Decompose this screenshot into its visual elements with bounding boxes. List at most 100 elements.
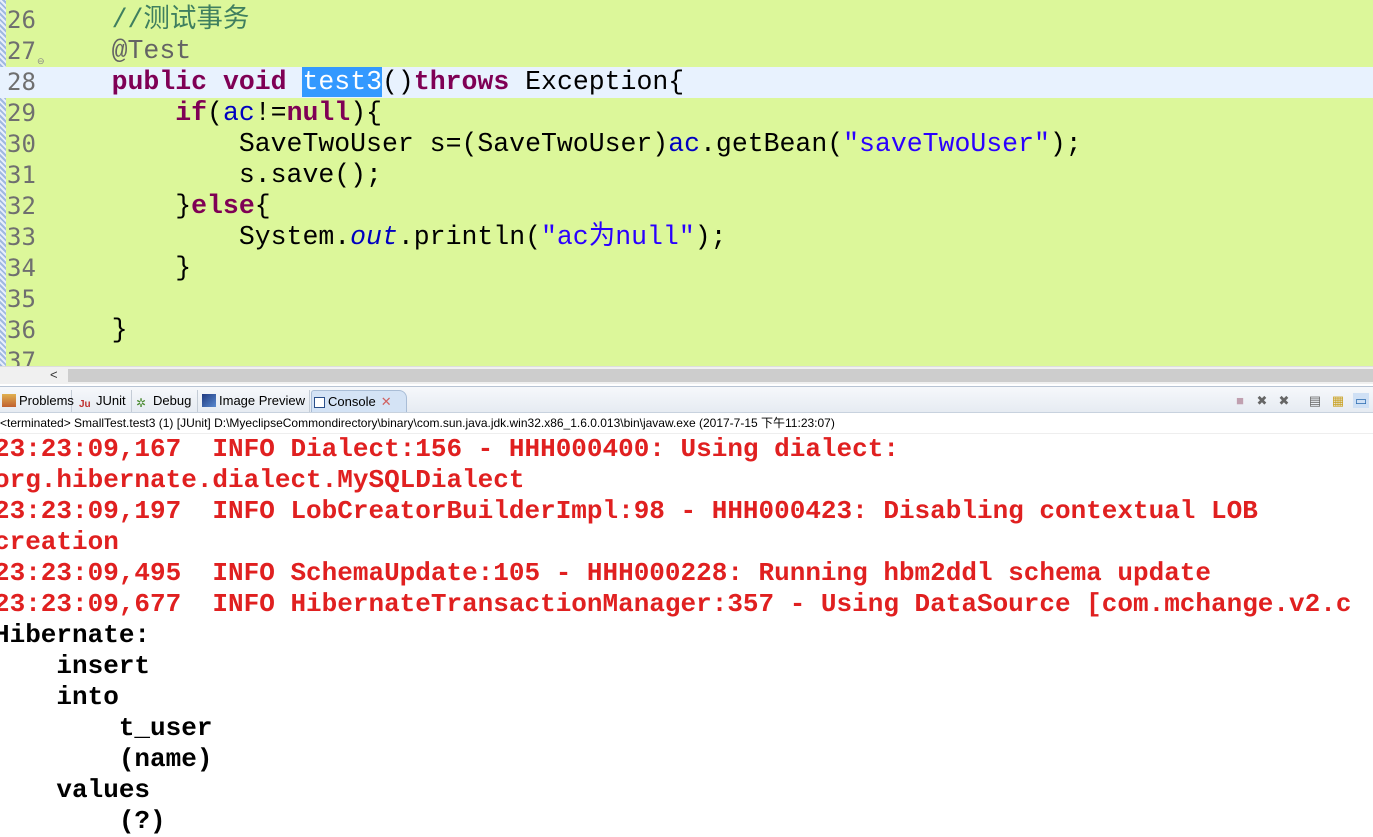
console-line: insert (0, 651, 166, 681)
console-line: (?) (0, 806, 166, 836)
code-token: System. (48, 222, 351, 252)
console-line: 23:23:09,495 INFO SchemaUpdate:105 - HHH… (0, 558, 1211, 588)
image-preview-icon (202, 394, 216, 407)
code-line[interactable]: 30 SaveTwoUser s=(SaveTwoUser)ac.getBean… (0, 129, 1373, 160)
code-token: .getBean( (700, 129, 844, 159)
code-text: s.save(); (48, 160, 382, 191)
line-number: 29 (7, 99, 36, 127)
code-token: throws (413, 67, 510, 97)
code-line[interactable]: 33 System.out.println("ac为null"); (0, 222, 1373, 253)
code-token: .println( (397, 222, 541, 252)
console-status: <terminated> SmallTest.test3 (1) [JUnit]… (0, 413, 1373, 434)
code-text: System.out.println("ac为null"); (48, 222, 727, 253)
code-text: public void test3()throws Exception{ (48, 67, 684, 98)
line-number: 28 (7, 68, 36, 96)
display-console-icon[interactable]: ▭ (1353, 393, 1369, 408)
code-line[interactable]: 34 } (0, 253, 1373, 284)
code-text: if(ac!=null){ (48, 98, 382, 129)
code-token: if (175, 98, 208, 128)
code-token: //测试事务 (111, 5, 250, 35)
tab-junit[interactable]: Ju JUnit (77, 390, 132, 412)
code-line[interactable]: 28 public void test3()throws Exception{ (0, 67, 1373, 98)
code-line[interactable]: 29 if(ac!=null){ (0, 98, 1373, 129)
code-editor[interactable]: 26 //测试事务 27 ⊖ @Test 28 public void test3()… (0, 0, 1373, 375)
code-text: SaveTwoUser s=(SaveTwoUser)ac.getBean("s… (48, 129, 1082, 160)
code-token: @Test (111, 36, 192, 66)
scrollbar-thumb[interactable] (68, 369, 1373, 382)
code-token: ){ (350, 98, 383, 128)
view-tab-bar: Problems Ju JUnit ✲ Debug Image Preview Co… (0, 386, 1373, 413)
code-token: } (48, 253, 192, 283)
tab-problems[interactable]: Problems (0, 390, 74, 412)
code-token: void (222, 67, 287, 97)
line-number: 32 (7, 192, 36, 220)
code-token: ); (694, 222, 727, 252)
line-number: 34 (7, 254, 36, 282)
code-token: { (254, 191, 271, 221)
console-line: 23:23:09,677 INFO HibernateTransactionMa… (0, 589, 1352, 619)
close-tab-icon[interactable]: ✕ (381, 394, 392, 409)
tab-debug[interactable]: ✲ Debug (134, 390, 198, 412)
code-token: "ac为null" (541, 222, 695, 252)
code-token: ( (207, 98, 223, 128)
code-token: null (286, 98, 351, 128)
code-line[interactable]: 27 ⊖ @Test (0, 36, 1373, 67)
scroll-left-icon[interactable]: < (50, 367, 58, 382)
clear-console-icon[interactable]: ▤ (1307, 393, 1323, 408)
code-token: ac (222, 98, 255, 128)
line-number: 26 (7, 6, 36, 34)
console-line: into (0, 682, 119, 712)
line-number: 36 (7, 316, 36, 344)
code-token: public (111, 67, 208, 97)
console-output[interactable]: 23:23:09,167 INFO Dialect:156 - HHH00040… (0, 434, 1373, 837)
code-text: } (48, 253, 191, 284)
code-token: test3 (302, 67, 382, 97)
terminate-icon[interactable]: ■ (1232, 393, 1248, 408)
console-line: values (0, 775, 151, 805)
code-token: "saveTwoUser" (843, 129, 1050, 159)
console-line: (name) (0, 744, 229, 774)
tab-image-preview[interactable]: Image Preview (200, 390, 310, 412)
line-number: 31 (7, 161, 36, 189)
line-number: 33 (7, 223, 36, 251)
code-token: out (350, 222, 398, 252)
code-text: } (48, 315, 128, 346)
code-text: @Test (48, 36, 192, 67)
code-token: ); (1049, 129, 1082, 159)
scroll-lock-icon[interactable]: ▦ (1330, 393, 1346, 408)
code-line[interactable]: 35 (0, 284, 1373, 315)
code-token: else (191, 191, 255, 221)
problems-icon (2, 394, 16, 407)
code-line[interactable]: 31 s.save(); (0, 160, 1373, 191)
code-token: } (48, 315, 128, 345)
console-line: 23:23:09,197 INFO LobCreatorBuilderImpl:… (0, 496, 1274, 557)
debug-icon: ✲ (136, 396, 147, 410)
code-line[interactable]: 36 } (0, 315, 1373, 346)
code-text: }else{ (48, 191, 271, 222)
code-token: } (48, 191, 192, 221)
code-token: Exception{ (509, 67, 685, 97)
code-text: //测试事务 (48, 5, 250, 36)
code-line[interactable]: 26 //测试事务 (0, 5, 1373, 36)
console-icon (314, 397, 325, 408)
code-token: s.save(); (48, 160, 382, 190)
tab-console[interactable]: Console ✕ (311, 390, 407, 412)
code-token: != (254, 98, 287, 128)
console-line: 23:23:09,167 INFO Dialect:156 - HHH00040… (0, 434, 915, 495)
code-token: () (382, 67, 414, 97)
code-line[interactable]: 32 }else{ (0, 191, 1373, 222)
remove-launch-icon[interactable]: ✖ (1254, 393, 1270, 408)
console-line: Hibernate: (0, 620, 166, 650)
horizontal-scrollbar[interactable]: < (0, 366, 1373, 384)
line-number: 35 (7, 285, 36, 313)
remove-all-launches-icon[interactable]: ✖ (1276, 393, 1292, 408)
console-line: t_user (0, 713, 213, 743)
junit-icon: Ju (79, 399, 91, 410)
code-token: SaveTwoUser s=(SaveTwoUser) (48, 129, 669, 159)
code-token: ac (668, 129, 701, 159)
